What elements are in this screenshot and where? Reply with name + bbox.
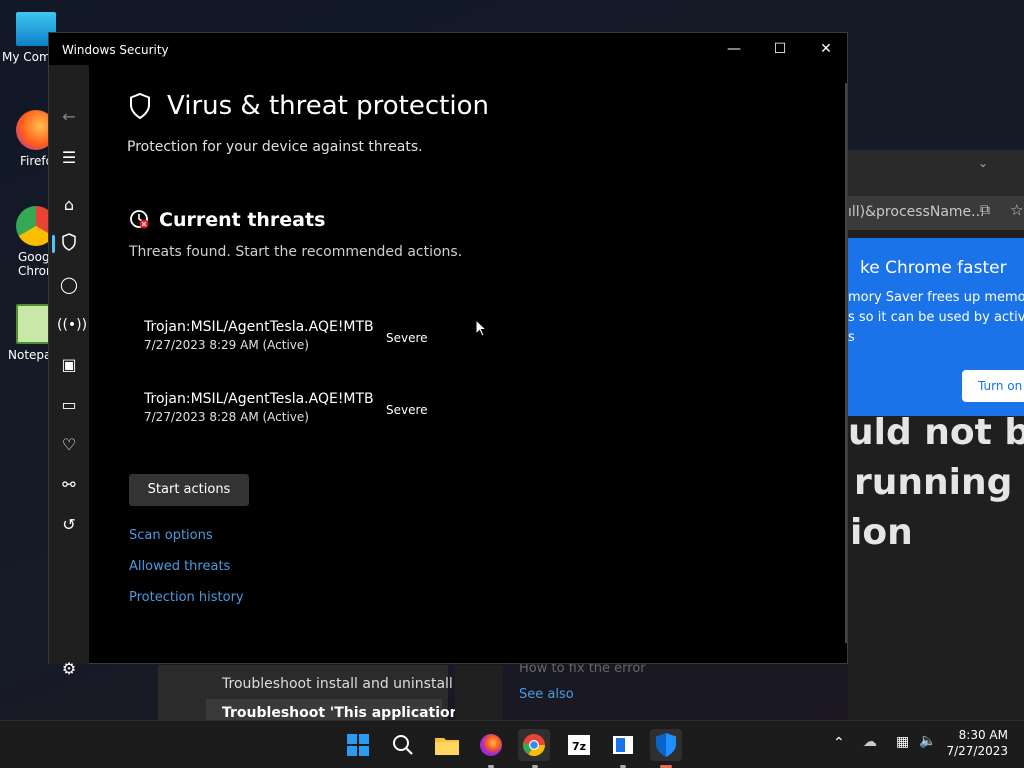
- clock-date: 7/27/2023: [946, 744, 1008, 758]
- threat-date: 7/27/2023 8:29 AM (Active): [144, 338, 309, 352]
- chrome-address-bar[interactable]: ıll)&processName... ⧉ ☆: [848, 196, 1024, 230]
- back-arrow-icon[interactable]: ←: [57, 105, 81, 129]
- help-item-troubleshoot-install[interactable]: Troubleshoot install and uninstall: [222, 676, 453, 692]
- account-icon[interactable]: ◯: [57, 273, 81, 297]
- protection-history-link[interactable]: Protection history: [129, 590, 244, 605]
- divider-panel: [455, 665, 503, 720]
- cloud-icon[interactable]: ☁: [863, 734, 877, 750]
- page-heading-line1: uld not be: [848, 412, 1024, 453]
- clock[interactable]: 8:30 AM 7/27/2023: [946, 728, 1008, 758]
- threat-item[interactable]: Trojan:MSIL/AgentTesla.AQE!MTB 7/27/2023…: [144, 391, 374, 424]
- navigation-rail: ← ☰ ⌂ ◯ ((•)) ▣ ▭ ♡ ⚯ ↺ ⚙: [49, 65, 89, 678]
- selected-indicator: [52, 235, 55, 253]
- windows-security-icon[interactable]: [650, 729, 682, 761]
- 7zip-icon[interactable]: 7z: [563, 729, 595, 761]
- start-actions-button[interactable]: Start actions: [129, 474, 249, 506]
- family-icon[interactable]: ⚯: [57, 473, 81, 497]
- history-icon[interactable]: ↺: [57, 513, 81, 537]
- mouse-cursor-icon: [475, 318, 488, 341]
- turn-on-button[interactable]: Turn on: [962, 370, 1024, 402]
- chevron-down-icon[interactable]: ⌄: [978, 156, 988, 170]
- chrome-tab-bar: ⌄: [848, 150, 1024, 196]
- maximize-icon[interactable]: ☐: [757, 33, 803, 65]
- help-navigation-panel: Troubleshoot install and uninstall Troub…: [158, 665, 460, 721]
- window-title: Windows Security: [62, 43, 169, 57]
- threat-date: 7/27/2023 8:28 AM (Active): [144, 410, 309, 424]
- memory-saver-popup: ke Chrome faster mory Saver frees up mem…: [848, 238, 1024, 416]
- chrome-icon[interactable]: [518, 729, 550, 761]
- network-icon[interactable]: ▦: [896, 734, 909, 750]
- see-also-link[interactable]: See also: [519, 687, 574, 702]
- svg-text:7z: 7z: [572, 740, 586, 753]
- windows-start-icon[interactable]: [342, 729, 374, 761]
- firefox-icon[interactable]: [475, 729, 507, 761]
- minimize-icon[interactable]: —: [711, 33, 757, 65]
- device-icon[interactable]: ▭: [57, 393, 81, 417]
- threat-name: Trojan:MSIL/AgentTesla.AQE!MTB: [144, 391, 374, 407]
- current-threats-subtitle: Threats found. Start the recommended act…: [129, 244, 463, 260]
- hamburger-icon[interactable]: ☰: [57, 146, 81, 170]
- page-heading-line2: running a: [854, 462, 1024, 503]
- threat-severity: Severe: [386, 403, 428, 417]
- page-shield-icon: [128, 92, 152, 124]
- scan-options-link[interactable]: Scan options: [129, 528, 213, 543]
- current-threats-heading: Current threats: [159, 209, 326, 231]
- scrollbar[interactable]: [845, 83, 847, 643]
- volume-icon[interactable]: 🔈: [919, 733, 936, 749]
- threat-severity: Severe: [386, 331, 428, 345]
- wireless-icon[interactable]: ((•)): [57, 313, 87, 337]
- allowed-threats-link[interactable]: Allowed threats: [129, 559, 230, 574]
- threat-item[interactable]: Trojan:MSIL/AgentTesla.AQE!MTB 7/27/2023…: [144, 319, 374, 352]
- health-icon[interactable]: ♡: [57, 433, 81, 457]
- clock-time: 8:30 AM: [958, 728, 1008, 742]
- chevron-up-icon[interactable]: ⌃: [833, 735, 845, 751]
- notepad-app-icon[interactable]: [607, 729, 639, 761]
- file-explorer-icon[interactable]: [431, 729, 463, 761]
- app-browser-icon[interactable]: ▣: [57, 353, 81, 377]
- page-heading-line3: ion: [850, 512, 913, 553]
- windows-security-window[interactable]: Windows Security — ☐ ✕ ← ☰ ⌂ ◯ ((•)) ▣ ▭…: [48, 32, 849, 678]
- threat-history-icon: [128, 208, 150, 234]
- shield-icon[interactable]: [57, 233, 81, 257]
- taskbar: 7z ⌃ ☁ ▦ 🔈 8:30 AM 7/27/2023: [0, 720, 1024, 768]
- help-item-troubleshoot-application[interactable]: Troubleshoot 'This application: [222, 705, 460, 721]
- home-icon[interactable]: ⌂: [57, 193, 81, 217]
- share-icon[interactable]: ⧉: [980, 202, 990, 218]
- threat-name: Trojan:MSIL/AgentTesla.AQE!MTB: [144, 319, 374, 335]
- popup-body: mory Saver frees up memory s so it can b…: [848, 290, 1024, 345]
- close-icon[interactable]: ✕: [803, 33, 849, 65]
- page-title: Virus & threat protection: [167, 91, 489, 121]
- bookmark-star-icon[interactable]: ☆: [1010, 201, 1023, 219]
- search-icon[interactable]: [387, 729, 419, 761]
- page-subtitle: Protection for your device against threa…: [127, 139, 423, 155]
- settings-icon[interactable]: ⚙: [57, 657, 81, 681]
